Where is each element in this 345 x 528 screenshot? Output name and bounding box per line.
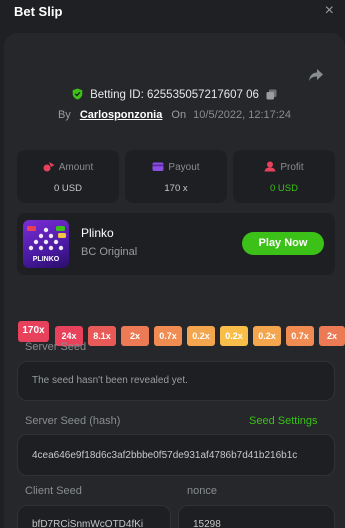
server-seed-field[interactable]: The seed hasn't been revealed yet. <box>17 361 335 401</box>
multiplier-tag: 2x <box>121 326 149 346</box>
share-icon[interactable] <box>307 66 325 84</box>
close-icon[interactable]: × <box>325 2 334 20</box>
game-thumbnail-text: PLINKO <box>32 256 60 263</box>
bettor-row: By Carlosponzonia On 10/5/2022, 12:17:24 <box>4 109 345 121</box>
server-seed-label: Server Seed <box>25 341 87 353</box>
game-thumbnail[interactable]: PLINKO <box>23 220 69 268</box>
client-seed-field[interactable]: bfD7RCiSnmWcOTD4fKi <box>17 505 171 528</box>
stat-profit: Profit 0 USD <box>233 150 335 203</box>
nonce-value: 15298 <box>193 519 221 528</box>
multiplier-tag: 0.7x <box>154 326 182 346</box>
stat-amount: Amount 0 USD <box>17 150 119 203</box>
multiplier-tag: 8.1x <box>88 326 116 346</box>
bet-date: 10/5/2022, 12:17:24 <box>193 109 292 121</box>
multiplier-row: 170x 24x 8.1x 2x 0.7x 0.2x 0.2x 0.2x 0.7… <box>4 281 345 346</box>
on-label: On <box>171 109 187 121</box>
stat-payout-label: Payout <box>168 162 200 173</box>
multiplier-tag: 2x <box>319 326 345 346</box>
stat-profit-label: Profit <box>280 162 304 173</box>
profit-icon <box>264 161 276 172</box>
client-seed-value: bfD7RCiSnmWcOTD4fKi <box>32 519 144 528</box>
server-seed-value: The seed hasn't been revealed yet. <box>32 375 188 386</box>
payout-icon <box>152 162 164 171</box>
nonce-label: nonce <box>187 485 217 497</box>
stat-payout: Payout 170 x <box>125 150 227 203</box>
stat-profit-value: 0 USD <box>270 183 298 194</box>
shield-check-icon <box>72 88 83 100</box>
nonce-field[interactable]: 15298 <box>178 505 335 528</box>
server-hash-label: Server Seed (hash) <box>25 415 121 427</box>
amount-icon <box>43 162 55 172</box>
betting-id-row: Betting ID: 625535057217607 06 <box>4 88 345 101</box>
bet-detail-panel: Betting ID: 625535057217607 06 By Carlos… <box>4 33 345 528</box>
bet-slip-header: Bet Slip × <box>0 0 345 26</box>
multiplier-tag: 0.2x <box>253 326 281 346</box>
client-seed-label: Client Seed <box>25 485 82 497</box>
stat-amount-label: Amount <box>58 162 94 173</box>
multiplier-tag: 0.2x <box>220 326 248 346</box>
multiplier-tag: 0.7x <box>286 326 314 346</box>
server-hash-value: 4cea646e9f18d6c3af2bbbe0f57de931af4786b7… <box>32 450 298 461</box>
stat-amount-value: 0 USD <box>54 183 82 194</box>
game-subtitle: BC Original <box>81 246 138 258</box>
stat-payout-value: 170 x <box>164 183 188 194</box>
game-name: Plinko <box>81 226 114 240</box>
bet-stats: Amount 0 USD Payout 170 x Profit 0 USD <box>17 150 335 203</box>
username-link[interactable]: Carlosponzonia <box>80 109 163 121</box>
multiplier-tag: 170x <box>18 321 49 342</box>
bet-slip-title: Bet Slip <box>14 4 63 19</box>
betting-id: Betting ID: 625535057217607 06 <box>90 89 259 101</box>
game-card: PLINKO Plinko BC Original Play Now <box>17 213 335 275</box>
server-hash-field[interactable]: 4cea646e9f18d6c3af2bbbe0f57de931af4786b7… <box>17 434 335 476</box>
copy-icon[interactable] <box>266 89 277 100</box>
play-now-button[interactable]: Play Now <box>242 232 324 255</box>
by-label: By <box>57 109 71 121</box>
multiplier-tag: 0.2x <box>187 326 215 346</box>
seed-settings-link[interactable]: Seed Settings <box>249 415 318 427</box>
